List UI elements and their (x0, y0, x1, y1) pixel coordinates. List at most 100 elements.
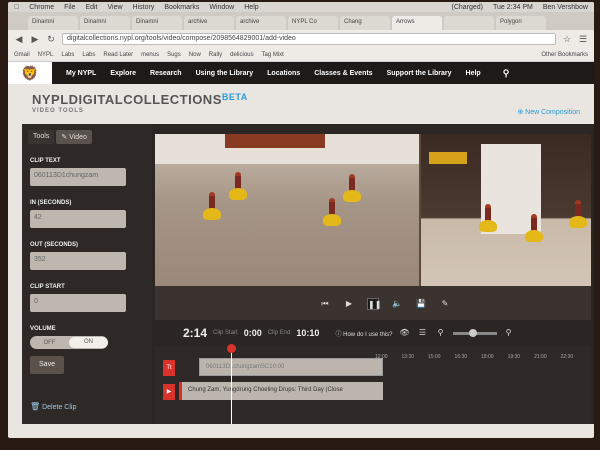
dancer-figure (569, 200, 587, 234)
browser-tab[interactable]: Dinamni (28, 16, 78, 30)
bookmarks-bar: Gmail NYPL Labs Labs Read Later menus Su… (8, 48, 594, 62)
volume-on[interactable]: ON (69, 337, 108, 348)
video-editor: Tools ✎ Video CLIP TEXT 060113D1chungzam… (22, 124, 594, 424)
eye-icon[interactable]: 👁 (399, 327, 411, 339)
video-player[interactable] (155, 134, 591, 286)
menu-edit[interactable]: Edit (85, 4, 97, 11)
user-name[interactable]: Ben Vershbow (543, 4, 588, 11)
info-icon: ⓘ (335, 331, 342, 338)
menu-window[interactable]: Window (209, 4, 234, 11)
browser-tab[interactable]: Polygon (496, 16, 546, 30)
reload-icon[interactable]: ↻ (46, 34, 56, 44)
browser-tab[interactable]: archive (236, 16, 286, 30)
menu-chrome[interactable]: Chrome (29, 4, 54, 11)
tick-label: 15:00 (428, 354, 441, 360)
pause-icon[interactable]: ❚❚ (367, 298, 381, 310)
clip-end-time-label: Clip End (267, 330, 291, 336)
nypl-lion-logo[interactable]: 🦁 (8, 62, 52, 84)
browser-tab[interactable] (444, 16, 494, 30)
url-field[interactable]: digitalcollections.nypl.org/tools/video/… (62, 33, 556, 45)
nypl-nav: My NYPL Explore Research Using the Libra… (52, 68, 509, 79)
bookmark-item[interactable]: Gmail (14, 52, 30, 58)
search-icon[interactable]: ⚲ (503, 68, 510, 79)
nav-classes-events[interactable]: Classes & Events (314, 70, 372, 77)
save-button[interactable]: Save (30, 356, 64, 374)
timeline[interactable]: 12:00 13:30 15:00 16:30 18:00 19:30 21:0… (155, 344, 591, 424)
nav-using-library[interactable]: Using the Library (196, 70, 254, 77)
delete-clip-link[interactable]: 🗑 Delete Clip (30, 402, 76, 411)
other-bookmarks[interactable]: Other Bookmarks (541, 52, 588, 58)
tab-tools[interactable]: Tools (28, 130, 55, 144)
playhead[interactable] (231, 346, 232, 424)
tick-label: 21:00 (534, 354, 547, 360)
browser-tab[interactable]: NYPL Co (288, 16, 338, 30)
volume-icon[interactable]: 🔈 (391, 298, 403, 310)
in-seconds-input[interactable]: 42 (30, 210, 126, 228)
bookmark-item[interactable]: Labs (82, 52, 95, 58)
back-icon[interactable]: ◀ (14, 34, 24, 44)
bookmark-item[interactable]: Labs (61, 52, 74, 58)
volume-label: VOLUME (30, 326, 56, 332)
volume-off[interactable]: OFF (30, 340, 69, 346)
menu-help[interactable]: Help (244, 4, 258, 11)
nav-help[interactable]: Help (466, 70, 481, 77)
timeline-ticks: 12:00 13:30 15:00 16:30 18:00 19:30 21:0… (375, 354, 573, 360)
menu-file[interactable]: File (64, 4, 75, 11)
bookmark-item[interactable]: Read Later (103, 52, 133, 58)
text-clip[interactable]: 060113D1chungzamSC10:00 (199, 358, 383, 376)
list-icon[interactable]: ☰ (417, 327, 429, 339)
volume-toggle[interactable]: OFF ON (30, 336, 108, 349)
tab-video-label: Video (69, 134, 87, 141)
zoom-out-icon[interactable]: ⚲ (435, 327, 447, 339)
pencil-edit-icon[interactable]: ✎ (439, 298, 451, 310)
bookmark-item[interactable]: Rally (209, 52, 222, 58)
browser-tab[interactable]: Dinamni (80, 16, 130, 30)
skip-back-icon[interactable]: ⏮ (319, 298, 331, 310)
playhead-handle[interactable] (227, 344, 236, 353)
nav-explore[interactable]: Explore (110, 70, 136, 77)
nav-my-nypl[interactable]: My NYPL (66, 70, 96, 77)
browser-tab[interactable]: archive (184, 16, 234, 30)
bookmark-item[interactable]: Sugs (167, 52, 181, 58)
bookmark-item[interactable]: Now (189, 52, 201, 58)
screen:  Chrome File Edit View History Bookmark… (8, 2, 594, 438)
nav-research[interactable]: Research (150, 70, 182, 77)
new-composition-link[interactable]: ⊕ New Composition (517, 108, 580, 116)
bookmark-item[interactable]: delicious (230, 52, 253, 58)
video-frame-left (155, 134, 419, 286)
help-link[interactable]: ⓘ How do I use this? (335, 329, 392, 338)
browser-tab[interactable]: Chang (340, 16, 390, 30)
play-icon[interactable]: ▶ (343, 298, 355, 310)
dancer-figure (343, 174, 361, 208)
browser-tab[interactable]: Dinamni (132, 16, 182, 30)
tab-video[interactable]: ✎ Video (56, 130, 92, 144)
browser-tab-active[interactable]: Arrows (392, 16, 442, 30)
menu-history[interactable]: History (133, 4, 155, 11)
clip-text-label: CLIP TEXT (30, 158, 61, 164)
save-icon[interactable]: 💾 (415, 298, 427, 310)
forward-icon[interactable]: ▶ (30, 34, 40, 44)
clock: Tue 2:34 PM (493, 3, 533, 11)
page-title[interactable]: NYPLDIGITALCOLLECTIONSBETA (32, 92, 248, 107)
nav-support[interactable]: Support the Library (387, 70, 452, 77)
zoom-slider-knob[interactable] (468, 328, 477, 337)
video-clip[interactable]: Chung Zam, Yungdrung Choeling Drups: Thi… (179, 382, 383, 400)
zoom-slider[interactable] (452, 328, 497, 337)
clip-text-input[interactable]: 060113D1chungzam (30, 168, 126, 186)
apple-icon[interactable]:  (14, 4, 19, 11)
dancer-figure (229, 172, 247, 206)
dc-title-text: NYPLDIGITALCOLLECTIONS (32, 92, 222, 107)
menu-icon[interactable]: ☰ (578, 34, 588, 44)
nav-locations[interactable]: Locations (267, 70, 300, 77)
star-icon[interactable]: ☆ (562, 34, 572, 44)
out-seconds-input[interactable]: 352 (30, 252, 126, 270)
tick-label: 18:00 (481, 354, 494, 360)
clip-start-input[interactable]: 0 (30, 294, 126, 312)
zoom-in-icon[interactable]: ⚲ (503, 327, 515, 339)
bookmark-item[interactable]: NYPL (38, 52, 54, 58)
bookmark-item[interactable]: Tag Mixt (262, 52, 284, 58)
bookmark-item[interactable]: menus (141, 52, 159, 58)
menu-view[interactable]: View (108, 4, 123, 11)
menu-bookmarks[interactable]: Bookmarks (164, 4, 199, 11)
dancer-figure (323, 198, 341, 232)
